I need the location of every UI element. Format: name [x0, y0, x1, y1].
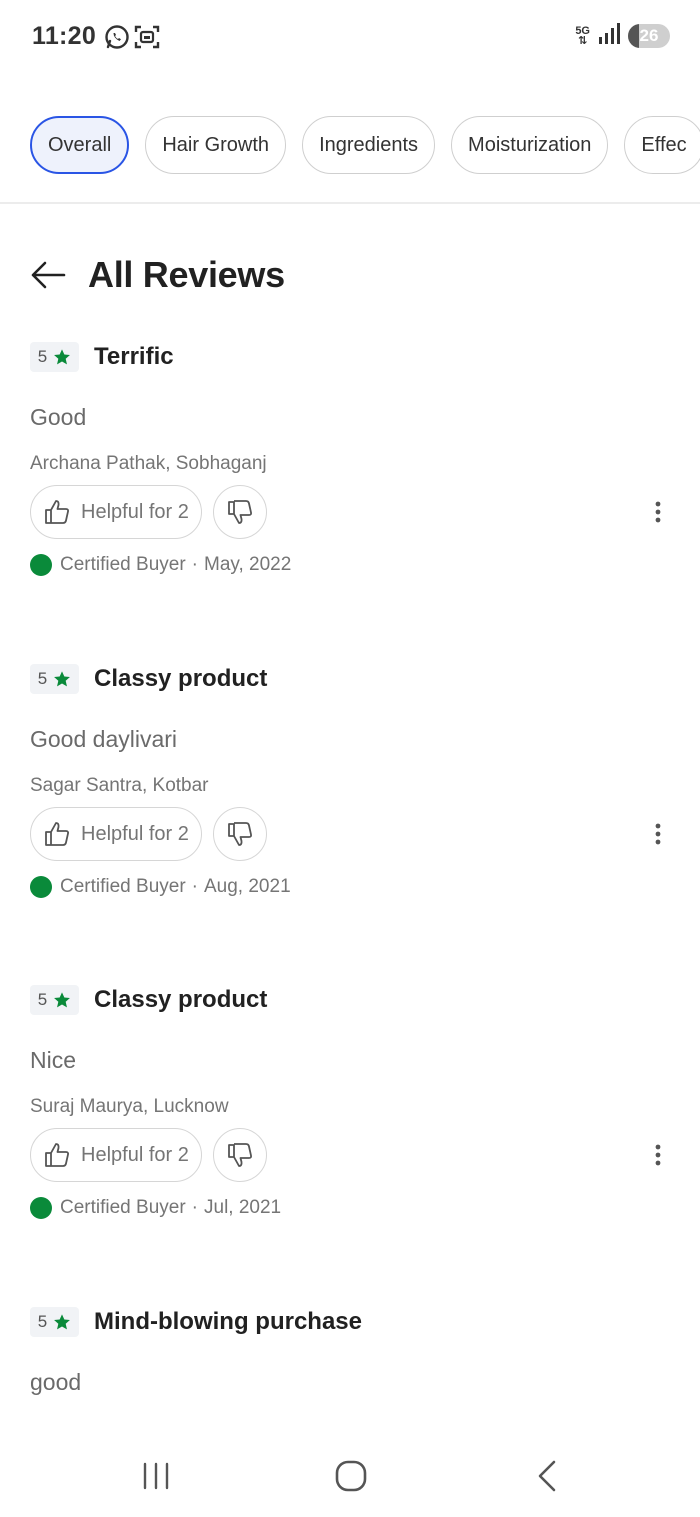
thumbs-up-icon: [45, 822, 69, 846]
review-body: good: [30, 1369, 82, 1395]
chip-hair-growth[interactable]: Hair Growth: [145, 116, 287, 174]
whatsapp-icon: [104, 24, 130, 55]
arrow-left-icon[interactable]: [30, 260, 66, 290]
status-time: 11:20: [32, 22, 97, 50]
review-author: Archana Pathak, Sobhaganj: [30, 453, 267, 474]
review-card: 5 Terrific Good Archana Pathak, Sobhagan…: [30, 341, 670, 576]
review-card: 5 Classy product Good daylivari Sagar Sa…: [30, 663, 670, 898]
certified-check-icon: [30, 1197, 52, 1219]
separator: ·: [191, 554, 198, 575]
filter-chips: Overall Hair Growth Ingredients Moisturi…: [30, 116, 700, 176]
screenshot-icon: [134, 24, 160, 55]
review-actions: Helpful for 2: [30, 485, 670, 539]
review-title: Classy product: [94, 665, 268, 692]
certified-check-icon: [30, 876, 52, 898]
review-header: 5 Terrific: [30, 341, 670, 373]
page-header: All Reviews: [30, 248, 285, 302]
helpful-label: Helpful for 2: [81, 500, 189, 523]
battery-fill: [628, 24, 639, 48]
star-icon: [54, 671, 71, 687]
review-date: May, 2022: [204, 554, 292, 575]
certified-check-icon: [30, 554, 52, 576]
network-indicator: 5G ⇅: [575, 26, 590, 47]
review-actions: Helpful for 2: [30, 1128, 670, 1182]
helpful-label: Helpful for 2: [81, 822, 189, 845]
star-icon: [54, 992, 71, 1008]
separator: ·: [191, 876, 198, 897]
rating-badge: 5: [30, 664, 79, 694]
chip-moisturization[interactable]: Moisturization: [451, 116, 609, 174]
thumbs-down-icon: [227, 822, 252, 846]
system-nav-bar: [0, 1436, 700, 1517]
dislike-button[interactable]: [212, 1128, 267, 1182]
review-author: Suraj Maurya, Lucknow: [30, 1096, 229, 1117]
rating-badge: 5: [30, 985, 79, 1015]
review-title: Terrific: [94, 343, 174, 370]
rating-badge: 5: [30, 1307, 79, 1337]
chip-ingredients[interactable]: Ingredients: [302, 116, 436, 174]
rating-value: 5: [37, 347, 48, 366]
helpful-label: Helpful for 2: [81, 1143, 189, 1166]
helpful-button[interactable]: Helpful for 2: [30, 807, 202, 861]
signal-icon: [598, 22, 620, 50]
recent-apps-icon[interactable]: [126, 1454, 186, 1498]
battery-icon: 26: [628, 24, 670, 48]
separator: ·: [191, 1197, 198, 1218]
chip-overall[interactable]: Overall: [30, 116, 130, 174]
review-date: Jul, 2021: [204, 1197, 282, 1218]
star-icon: [54, 1314, 71, 1330]
certified-buyer: Certified Buyer · Jul, 2021: [30, 1197, 281, 1219]
home-icon[interactable]: [321, 1454, 381, 1498]
review-body: Good daylivari: [30, 726, 178, 752]
page-title: All Reviews: [88, 254, 285, 295]
review-title: Mind-blowing purchase: [94, 1308, 362, 1335]
more-options-icon[interactable]: [646, 814, 670, 854]
status-bar: 11:20 5G ⇅ 26: [0, 0, 700, 76]
rating-badge: 5: [30, 342, 79, 372]
back-icon[interactable]: [517, 1454, 577, 1498]
review-title: Classy product: [94, 986, 268, 1013]
status-right: 5G ⇅ 26: [575, 22, 670, 50]
review-body: Nice: [30, 1047, 77, 1073]
helpful-button[interactable]: Helpful for 2: [30, 485, 202, 539]
thumbs-down-icon: [227, 500, 252, 524]
thumbs-up-icon: [45, 500, 69, 524]
review-actions: Helpful for 2: [30, 807, 670, 861]
data-arrows-icon: ⇅: [578, 35, 588, 47]
thumbs-up-icon: [45, 1143, 69, 1167]
review-header: 5 Mind-blowing purchase: [30, 1306, 670, 1338]
thumbs-down-icon: [227, 1143, 252, 1167]
rating-value: 5: [37, 1312, 48, 1331]
review-author: Sagar Santra, Kotbar: [30, 775, 209, 796]
dislike-button[interactable]: [212, 807, 267, 861]
certified-buyer: Certified Buyer · May, 2022: [30, 554, 291, 576]
more-options-icon[interactable]: [646, 1135, 670, 1175]
review-header: 5 Classy product: [30, 663, 670, 695]
certified-label: Certified Buyer: [60, 1197, 186, 1218]
review-header: 5 Classy product: [30, 984, 670, 1016]
certified-label: Certified Buyer: [60, 876, 186, 897]
helpful-button[interactable]: Helpful for 2: [30, 1128, 202, 1182]
review-card: 5 Classy product Nice Suraj Maurya, Luck…: [30, 984, 670, 1219]
review-body: Good: [30, 404, 87, 430]
more-options-icon[interactable]: [646, 492, 670, 532]
review-date: Aug, 2021: [204, 876, 291, 897]
chips-divider: [0, 202, 700, 204]
certified-buyer: Certified Buyer · Aug, 2021: [30, 876, 291, 898]
rating-value: 5: [37, 669, 48, 688]
chip-effectiveness[interactable]: Effec: [624, 116, 700, 174]
star-icon: [54, 349, 71, 365]
battery-level: 26: [639, 26, 659, 45]
review-card: 5 Mind-blowing purchase good: [30, 1306, 670, 1396]
certified-label: Certified Buyer: [60, 554, 186, 575]
dislike-button[interactable]: [212, 485, 267, 539]
rating-value: 5: [37, 990, 48, 1009]
